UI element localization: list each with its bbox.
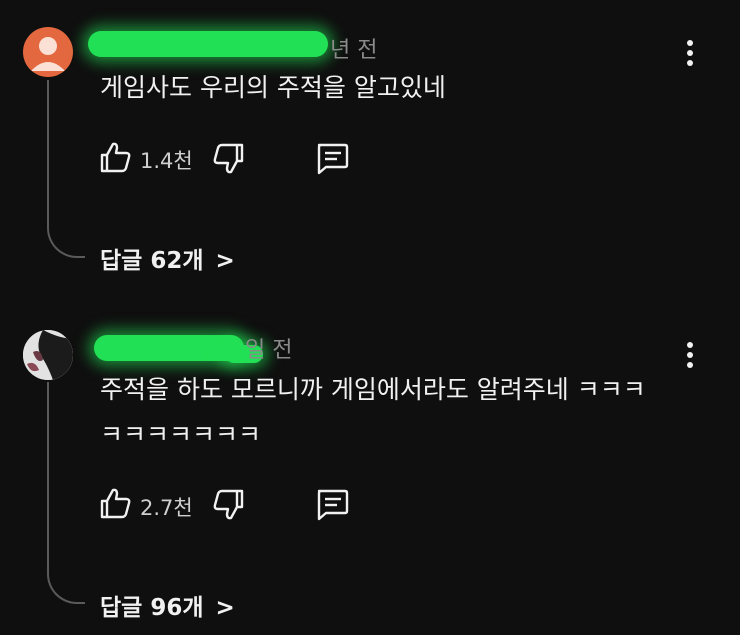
chevron-right-icon: > — [215, 595, 235, 621]
comment-text-line: 주적을 하도 모르니까 게임에서라도 알려주네 ㅋㅋㅋ — [100, 375, 646, 404]
comment-text-line: ㅋㅋㅋㅋㅋㅋㅋ — [100, 420, 262, 449]
comment-2: 일 전 주적을 하도 모르니까 게임에서라도 알려주네 ㅋㅋㅋ ㅋㅋㅋㅋㅋㅋㅋ … — [0, 0, 740, 635]
dislike-button[interactable] — [212, 488, 246, 522]
thumbs-up-icon — [100, 488, 131, 519]
redacted-username — [94, 335, 244, 361]
view-replies-button[interactable]: 답글 96개 > — [100, 588, 235, 622]
more-vert-icon — [687, 342, 693, 348]
thread-line — [47, 382, 85, 604]
more-menu-button[interactable] — [680, 340, 700, 370]
avatar[interactable] — [23, 330, 73, 380]
comment-time: 일 전 — [245, 338, 293, 363]
replies-label: 답글 96개 — [100, 595, 204, 621]
like-button[interactable] — [98, 486, 132, 520]
thumbs-down-icon — [213, 489, 244, 520]
profile-image-icon — [23, 330, 73, 380]
reply-button[interactable] — [314, 487, 350, 521]
comment-icon — [317, 489, 349, 521]
like-count: 2.7천 — [140, 496, 193, 520]
